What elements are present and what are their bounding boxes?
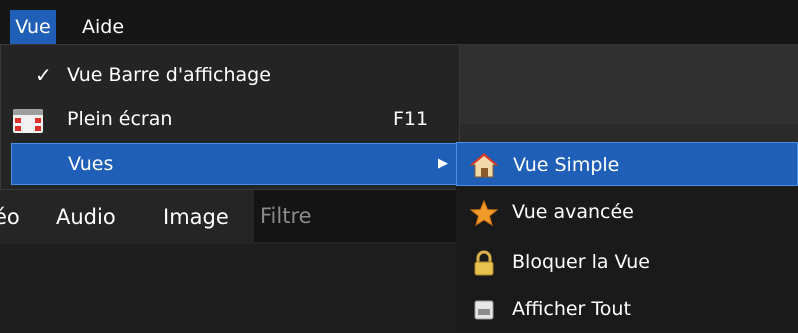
shortcut-label: F11 (393, 108, 429, 130)
submenu-item-label: Vue Simple (513, 154, 620, 176)
menu-bar: Vue Aide (0, 0, 798, 44)
vues-submenu: Vue Simple Vue avancée Bloquer la Vue Af… (456, 142, 798, 331)
star-icon (470, 200, 498, 226)
submenu-item-afficher-tout[interactable]: Afficher Tout (456, 287, 798, 333)
submenu-item-label: Afficher Tout (512, 298, 631, 320)
submenu-item-vue-avancee[interactable]: Vue avancée (456, 190, 798, 236)
submenu-arrow-icon: ▶ (438, 156, 448, 171)
menu-item-label: Plein écran (67, 108, 173, 130)
lock-icon (474, 250, 494, 276)
fullscreen-icon (13, 109, 43, 133)
menu-item-label: Vues (68, 153, 114, 175)
toolbar-area (456, 44, 798, 126)
menu-aide[interactable]: Aide (82, 10, 124, 44)
filter-input[interactable] (254, 190, 456, 242)
home-icon (470, 153, 498, 178)
checkmark-icon: ✓ (35, 63, 52, 87)
submenu-item-vue-simple[interactable]: Vue Simple (456, 142, 798, 186)
submenu-item-label: Vue avancée (512, 201, 634, 223)
menu-item-vue-barre-affichage[interactable]: ✓ Vue Barre d'affichage (1, 51, 459, 99)
tab-image[interactable]: Image (163, 190, 229, 244)
tab-video[interactable]: éo (0, 190, 20, 244)
submenu-item-label: Bloquer la Vue (512, 251, 650, 273)
menu-item-plein-ecran[interactable]: Plein écran F11 (1, 95, 459, 143)
menu-item-label: Vue Barre d'affichage (67, 64, 271, 86)
window-icon (474, 300, 494, 320)
tab-audio[interactable]: Audio (56, 190, 116, 244)
submenu-item-bloquer-la-vue[interactable]: Bloquer la Vue (456, 240, 798, 286)
vue-dropdown-menu: ✓ Vue Barre d'affichage Plein écran F11 … (0, 44, 460, 190)
menu-item-vues[interactable]: Vues ▶ (11, 143, 457, 185)
menu-vue[interactable]: Vue (10, 10, 56, 44)
